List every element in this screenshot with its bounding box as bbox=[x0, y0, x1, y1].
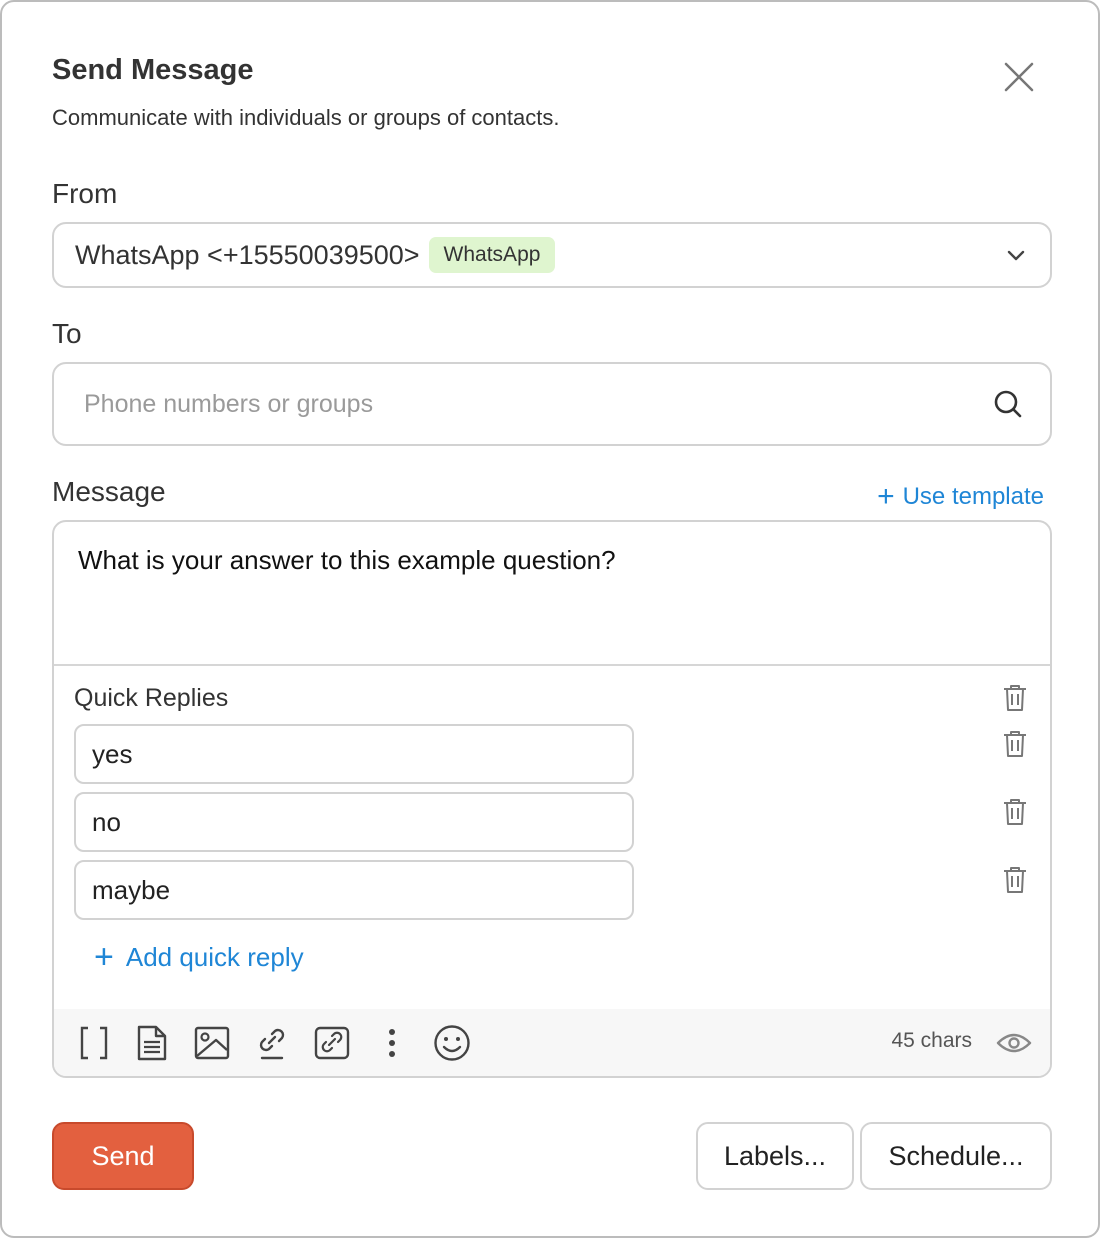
send-message-dialog: Send Message Communicate with individual… bbox=[0, 0, 1100, 1238]
plus-icon: + bbox=[94, 938, 114, 976]
to-label: To bbox=[52, 318, 82, 349]
insert-variable-button[interactable] bbox=[74, 1023, 114, 1063]
attach-image-button[interactable] bbox=[192, 1023, 232, 1063]
from-select[interactable]: WhatsApp <+15550039500> WhatsApp bbox=[52, 222, 1052, 288]
link-icon bbox=[259, 1028, 285, 1060]
dialog-subtitle: Communicate with individuals or groups o… bbox=[52, 105, 560, 130]
trash-icon[interactable] bbox=[1002, 866, 1028, 894]
from-label: From bbox=[52, 178, 118, 209]
close-button[interactable] bbox=[998, 56, 1040, 98]
insert-emoji-button[interactable] bbox=[432, 1023, 472, 1063]
more-options-button[interactable] bbox=[372, 1023, 412, 1063]
more-vertical-icon bbox=[389, 1029, 395, 1057]
labels-button[interactable]: Labels... bbox=[696, 1122, 854, 1190]
use-template-link[interactable]: + Use template bbox=[877, 482, 1044, 512]
trash-icon[interactable] bbox=[1002, 798, 1028, 826]
schedule-button[interactable]: Schedule... bbox=[860, 1122, 1052, 1190]
from-value: WhatsApp <+15550039500> bbox=[75, 239, 420, 270]
message-toolbar: 45 chars bbox=[54, 1009, 1050, 1076]
message-textarea[interactable]: What is your answer to this example ques… bbox=[78, 544, 1018, 654]
eye-icon[interactable] bbox=[996, 1025, 1032, 1061]
insert-link-button[interactable] bbox=[252, 1023, 292, 1063]
to-input[interactable] bbox=[84, 384, 964, 424]
emoji-icon bbox=[434, 1025, 470, 1061]
quick-replies-title: Quick Replies bbox=[74, 684, 229, 712]
placeholder-brackets-icon bbox=[80, 1026, 108, 1060]
add-quick-reply-label: Add quick reply bbox=[125, 941, 304, 972]
message-box: What is your answer to this example ques… bbox=[52, 520, 1052, 1078]
to-field bbox=[52, 362, 1052, 446]
image-icon bbox=[194, 1026, 230, 1060]
plus-icon: + bbox=[877, 480, 895, 513]
dialog-title: Send Message bbox=[52, 54, 254, 86]
quick-reply-input-2[interactable] bbox=[74, 792, 634, 852]
trash-icon[interactable] bbox=[1002, 730, 1028, 758]
search-icon[interactable] bbox=[992, 388, 1024, 420]
add-quick-reply-button[interactable]: + Add quick reply bbox=[94, 940, 304, 974]
document-icon bbox=[137, 1025, 167, 1061]
quick-replies-section: Quick Replies + Add quick reply bbox=[54, 664, 1050, 1009]
quick-reply-input-3[interactable] bbox=[74, 860, 634, 920]
char-count: 45 chars bbox=[891, 1029, 972, 1052]
message-label: Message bbox=[52, 476, 166, 507]
trash-icon[interactable] bbox=[1002, 684, 1028, 712]
chevron-down-icon bbox=[1007, 250, 1025, 261]
use-template-label: Use template bbox=[902, 483, 1044, 510]
link-box-icon bbox=[314, 1026, 350, 1060]
quick-reply-input-1[interactable] bbox=[74, 724, 634, 784]
channel-badge: WhatsApp bbox=[428, 237, 556, 273]
insert-tracked-link-button[interactable] bbox=[312, 1023, 352, 1063]
attach-document-button[interactable] bbox=[132, 1023, 172, 1063]
close-icon bbox=[1004, 62, 1034, 92]
send-button[interactable]: Send bbox=[52, 1122, 194, 1190]
